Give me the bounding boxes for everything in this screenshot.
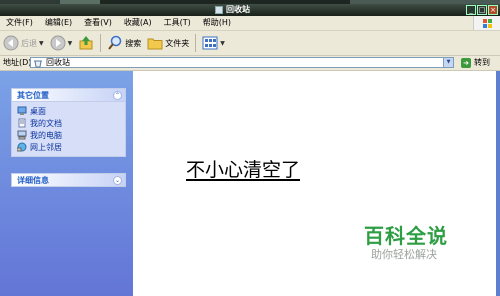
place-my-computer[interactable]: 我的电脑 <box>12 129 125 141</box>
place-label: 我的文档 <box>30 118 62 128</box>
folders-label: 文件夹 <box>165 38 190 48</box>
desktop-icon <box>17 106 27 115</box>
collapse-chevron-icon[interactable]: ⌃ <box>113 91 122 100</box>
search-icon <box>108 35 122 50</box>
window-controls: _ □ × <box>466 5 498 15</box>
other-places-title: 其它位置 <box>17 91 49 100</box>
go-label: 转到 <box>474 58 490 67</box>
place-label: 网上邻居 <box>30 142 62 152</box>
up-folder-icon <box>79 36 93 50</box>
search-button[interactable]: 搜索 <box>104 33 144 53</box>
details-title: 详细信息 <box>17 176 49 185</box>
place-my-documents[interactable]: 我的文档 <box>12 117 125 129</box>
windows-logo-icon <box>473 16 500 30</box>
go-arrow-icon: ➜ <box>461 58 471 68</box>
network-places-icon <box>17 142 27 152</box>
other-places-list: 桌面 我的文档 我的电脑 网上邻居 <box>11 102 126 157</box>
menu-favorites[interactable]: 收藏(A) <box>118 16 158 30</box>
expand-chevron-icon[interactable]: ⌄ <box>113 176 122 185</box>
place-label: 我的电脑 <box>30 130 62 140</box>
details-panel: 详细信息 ⌄ <box>11 173 126 187</box>
toolbar-separator <box>100 34 102 52</box>
back-label: 后退 <box>21 38 37 48</box>
back-button[interactable]: 后退 ▼ <box>0 33 47 53</box>
menu-tools[interactable]: 工具(T) <box>158 16 197 30</box>
toolbar: 后退 ▼ ▼ 搜索 文件夹 ▼ <box>0 31 500 56</box>
menu-edit[interactable]: 编辑(E) <box>39 16 78 30</box>
recycle-bin-icon <box>215 6 223 14</box>
folder-icon <box>147 38 163 50</box>
folders-button[interactable]: 文件夹 <box>144 33 192 53</box>
maximize-button[interactable]: □ <box>477 5 487 15</box>
title-bar: 回收站 _ □ × <box>0 4 500 16</box>
forward-button[interactable]: ▼ <box>47 33 76 53</box>
place-desktop[interactable]: 桌面 <box>12 105 125 117</box>
address-dropdown-button[interactable]: ▼ <box>443 58 453 67</box>
search-label: 搜索 <box>125 38 142 48</box>
views-button[interactable]: ▼ <box>199 33 228 53</box>
window-title: 回收站 <box>226 5 250 14</box>
address-value: 回收站 <box>46 58 70 67</box>
my-documents-icon <box>18 118 26 128</box>
other-places-panel: 其它位置 ⌃ 桌面 我的文档 我的电脑 网上邻居 <box>11 88 126 157</box>
address-input[interactable]: 回收站 ▼ <box>30 57 454 68</box>
overlay-caption: 不小心清空了 <box>186 159 301 181</box>
forward-arrow-icon <box>50 35 66 51</box>
toolbar-separator <box>195 34 197 52</box>
chevron-down-icon: ▼ <box>220 39 225 47</box>
menu-help[interactable]: 帮助(H) <box>197 16 237 30</box>
watermark-subtitle: 助你轻松解决 <box>371 248 437 261</box>
place-network[interactable]: 网上邻居 <box>12 141 125 153</box>
menu-file[interactable]: 文件(F) <box>0 16 39 30</box>
views-grid-icon <box>202 36 218 50</box>
content-area: 其它位置 ⌃ 桌面 我的文档 我的电脑 网上邻居 详细信息 ⌄ <box>0 71 500 296</box>
menu-view[interactable]: 查看(V) <box>78 16 118 30</box>
back-arrow-icon <box>3 35 19 51</box>
address-label: 地址(D) <box>3 58 32 67</box>
address-bar: 地址(D) 回收站 ▼ ➜ 转到 <box>0 56 500 71</box>
other-places-header[interactable]: 其它位置 ⌃ <box>11 88 126 102</box>
watermark-title: 百科全说 <box>364 224 448 248</box>
menu-bar: 文件(F) 编辑(E) 查看(V) 收藏(A) 工具(T) 帮助(H) <box>0 16 500 31</box>
recycle-bin-icon <box>34 60 42 68</box>
place-label: 桌面 <box>30 106 46 116</box>
details-header[interactable]: 详细信息 ⌄ <box>11 173 126 187</box>
chevron-down-icon: ▼ <box>39 39 44 47</box>
go-button[interactable]: ➜ 转到 <box>461 57 490 69</box>
chevron-down-icon: ▼ <box>67 39 73 47</box>
my-computer-icon <box>17 130 27 140</box>
window-border <box>496 71 500 296</box>
minimize-button[interactable]: _ <box>466 5 476 15</box>
watermark: 百科全说 助你轻松解决 <box>364 224 464 262</box>
task-pane: 其它位置 ⌃ 桌面 我的文档 我的电脑 网上邻居 详细信息 ⌄ <box>0 71 133 296</box>
close-button[interactable]: × <box>488 5 498 15</box>
up-folder-button[interactable] <box>75 33 97 53</box>
